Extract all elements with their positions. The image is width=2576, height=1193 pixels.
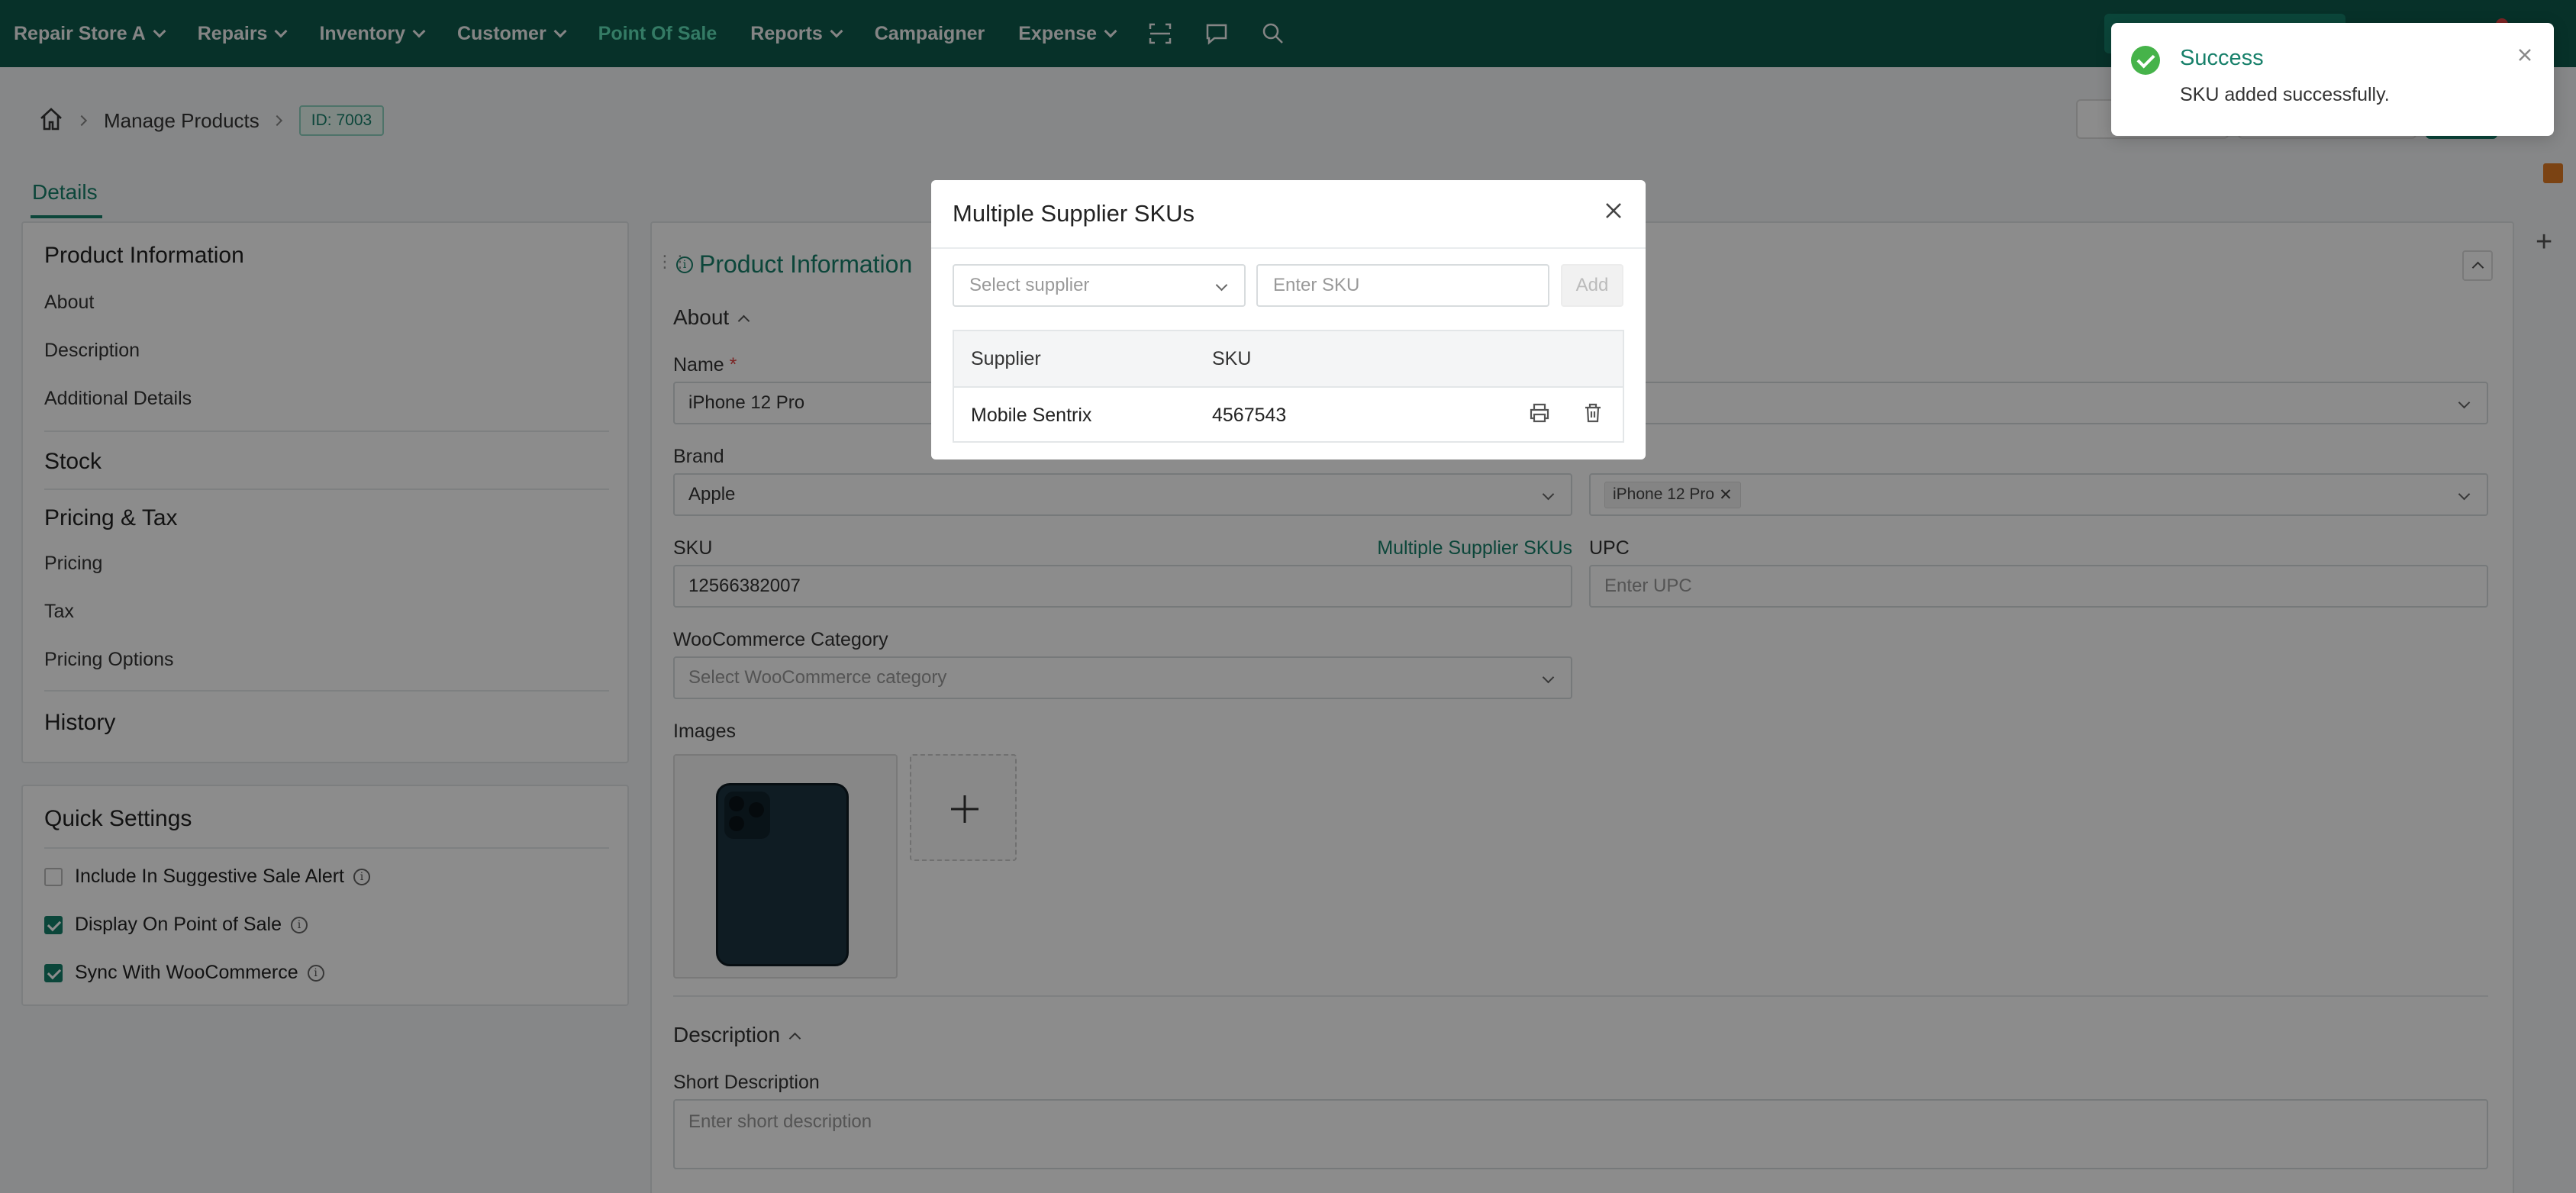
sku-cell: 4567543: [1212, 405, 1287, 426]
modal-title: Multiple Supplier SKUs: [953, 200, 1195, 227]
supplier-cell: Mobile Sentrix: [971, 405, 1092, 426]
modal-overlay[interactable]: [0, 0, 2576, 1193]
toast-title: Success: [2180, 46, 2264, 70]
toast-message: SKU added successfully.: [2180, 84, 2390, 105]
table-header: Supplier SKU: [954, 331, 1623, 388]
print-icon[interactable]: [1528, 401, 1551, 428]
multiple-supplier-skus-modal: Multiple Supplier SKUs Select supplier E…: [931, 180, 1646, 459]
close-icon[interactable]: [1600, 197, 1627, 224]
supplier-select[interactable]: Select supplier: [953, 264, 1246, 307]
close-icon[interactable]: [2514, 44, 2536, 66]
add-button[interactable]: Add: [1561, 264, 1623, 307]
column-header-supplier: Supplier: [971, 348, 1041, 369]
sku-input[interactable]: Enter SKU: [1256, 264, 1549, 307]
divider: [931, 247, 1646, 249]
trash-icon[interactable]: [1581, 401, 1604, 428]
chevron-down-icon: [1215, 279, 1228, 292]
supplier-placeholder: Select supplier: [969, 275, 1090, 295]
column-header-sku: SKU: [1212, 348, 1252, 369]
check-circle-icon: [2131, 46, 2160, 75]
success-toast: Success SKU added successfully.: [2111, 23, 2554, 136]
supplier-sku-table: Supplier SKU Mobile Sentrix 4567543: [953, 330, 1624, 443]
